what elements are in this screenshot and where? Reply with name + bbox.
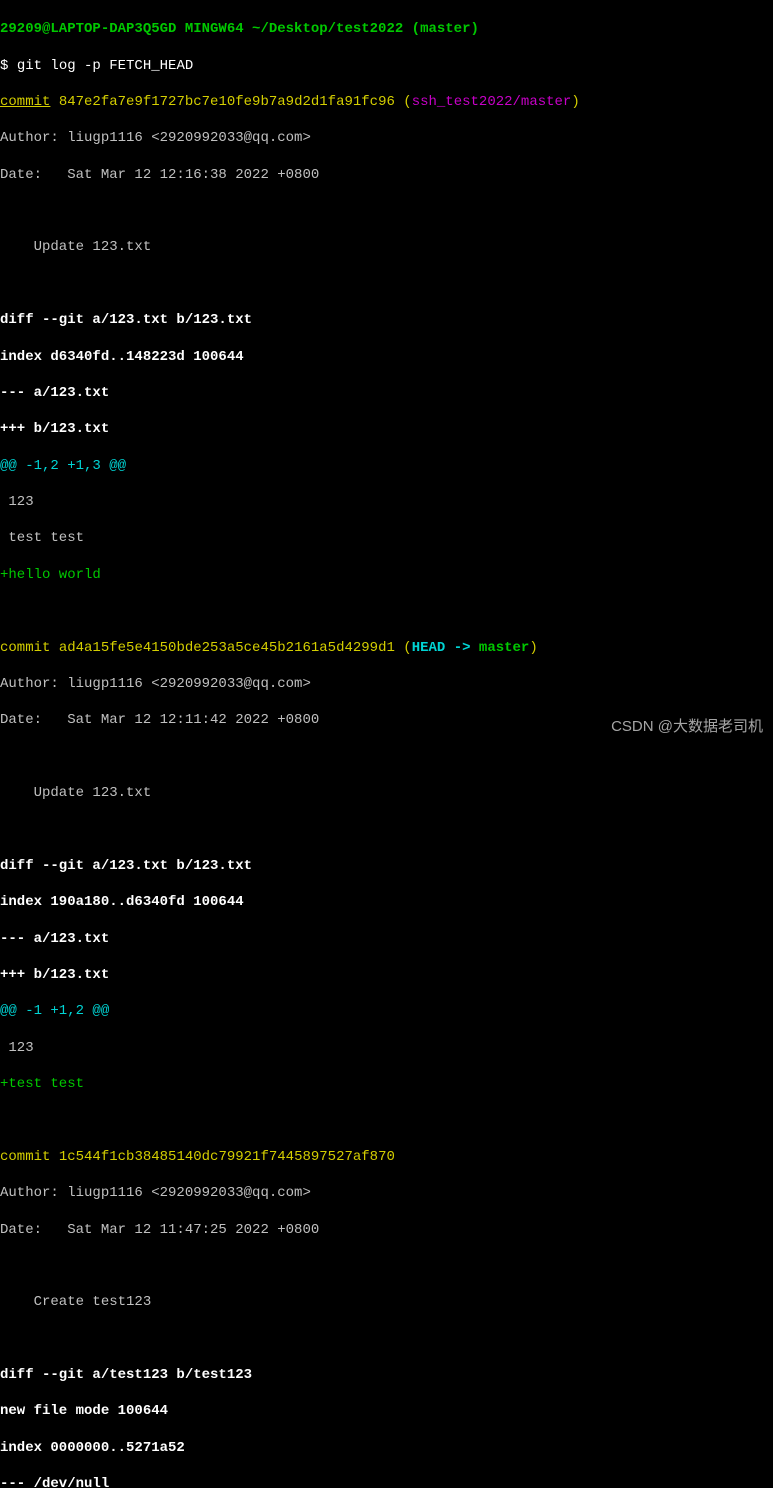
diff-hunk: @@ -1,2 +1,3 @@ [0, 457, 773, 475]
prompt-path: 29209@LAPTOP-DAP3Q5GD MINGW64 ~/Desktop/… [0, 21, 479, 37]
command-text: git log -p FETCH_HEAD [17, 58, 193, 74]
diff-index: index 190a180..d6340fd 100644 [0, 893, 773, 911]
commit-message: Create test123 [0, 1293, 773, 1311]
diff-file-a: --- a/123.txt [0, 930, 773, 948]
commit-hash: ad4a15fe5e4150bde253a5ce45b2161a5d4299d1 [59, 640, 395, 656]
terminal-output: 29209@LAPTOP-DAP3Q5GD MINGW64 ~/Desktop/… [0, 0, 773, 1488]
commit-label: commit [0, 1149, 50, 1165]
date-line: Date: Sat Mar 12 11:47:25 2022 +0800 [0, 1221, 773, 1239]
diff-file-b: +++ b/123.txt [0, 966, 773, 984]
ref-open: ( [395, 640, 412, 656]
diff-header: diff --git a/test123 b/test123 [0, 1366, 773, 1384]
diff-mode: new file mode 100644 [0, 1402, 773, 1420]
commit-hash: 1c544f1cb38485140dc79921f7445897527af870 [59, 1149, 395, 1165]
author-line: Author: liugp1116 <2920992033@qq.com> [0, 129, 773, 147]
ref-name: master [479, 640, 529, 656]
commit-label: commit [0, 640, 50, 656]
author-line: Author: liugp1116 <2920992033@qq.com> [0, 1184, 773, 1202]
prompt-symbol: $ [0, 58, 17, 74]
diff-context: test test [0, 529, 773, 547]
diff-file-a: --- /dev/null [0, 1475, 773, 1488]
author-line: Author: liugp1116 <2920992033@qq.com> [0, 675, 773, 693]
diff-index: index 0000000..5271a52 [0, 1439, 773, 1457]
date-line: Date: Sat Mar 12 12:16:38 2022 +0800 [0, 166, 773, 184]
commit-label: commit [0, 94, 50, 110]
diff-header: diff --git a/123.txt b/123.txt [0, 857, 773, 875]
commit-message: Update 123.txt [0, 238, 773, 256]
commit-message: Update 123.txt [0, 784, 773, 802]
diff-header: diff --git a/123.txt b/123.txt [0, 311, 773, 329]
diff-file-b: +++ b/123.txt [0, 420, 773, 438]
ref-close: ) [529, 640, 537, 656]
diff-file-a: --- a/123.txt [0, 384, 773, 402]
ref-close: ) [571, 94, 579, 110]
ref-name: ssh_test2022/master [412, 94, 572, 110]
diff-context: 123 [0, 493, 773, 511]
ref-open: ( [395, 94, 412, 110]
diff-context: 123 [0, 1039, 773, 1057]
diff-added: +test test [0, 1075, 773, 1093]
diff-added: +hello world [0, 566, 773, 584]
diff-hunk: @@ -1 +1,2 @@ [0, 1002, 773, 1020]
diff-index: index d6340fd..148223d 100644 [0, 348, 773, 366]
head-label: HEAD -> [412, 640, 479, 656]
commit-hash: 847e2fa7e9f1727bc7e10fe9b7a9d2d1fa91fc96 [59, 94, 395, 110]
watermark: CSDN @大数据老司机 [611, 717, 763, 737]
